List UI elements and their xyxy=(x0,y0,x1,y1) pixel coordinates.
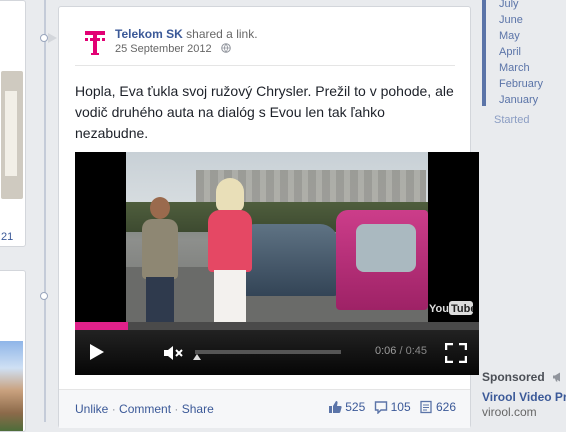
story-thumbnail[interactable] xyxy=(1,71,23,199)
volume-slider[interactable] xyxy=(195,350,341,354)
post-author[interactable]: Telekom SK xyxy=(115,27,183,41)
thumbs-up-icon xyxy=(329,401,342,413)
post-date[interactable]: 25 September 2012 xyxy=(115,43,212,55)
shares-count[interactable]: 626 xyxy=(419,400,456,414)
fullscreen-icon[interactable] xyxy=(445,343,467,363)
month-february[interactable]: February xyxy=(499,76,543,92)
month-january[interactable]: January xyxy=(499,92,543,108)
ad-url[interactable]: virool.com xyxy=(482,405,537,419)
progress-bar[interactable] xyxy=(75,322,479,330)
share-icon xyxy=(420,400,432,414)
globe-icon[interactable] xyxy=(220,43,231,53)
likes-count[interactable]: 525 xyxy=(328,400,365,414)
timeline-spine xyxy=(44,0,46,422)
comments-count[interactable]: 105 xyxy=(374,400,411,415)
post-footer: Unlike · Comment · Share 525 105 626 xyxy=(59,389,470,428)
left-column: 21 xyxy=(0,0,26,432)
progress-played xyxy=(75,322,128,330)
share-link[interactable]: Share xyxy=(182,402,214,416)
video-controls: 0:06 / 0:45 xyxy=(75,330,479,375)
post-message: Hopla, Eva ťukla svoj ružový Chrysler. P… xyxy=(75,83,454,141)
comment-bubble-icon xyxy=(374,401,387,415)
post-header: Telekom SK shared a link. 25 September 2… xyxy=(77,25,457,65)
timeline-dot xyxy=(40,34,48,42)
ad-title[interactable]: Virool Video Pr xyxy=(482,390,566,404)
comment-link[interactable]: Comment xyxy=(119,402,171,416)
left-count[interactable]: 21 xyxy=(1,231,13,243)
timeline-scrubber-bar xyxy=(482,0,486,106)
month-july[interactable]: July xyxy=(499,0,543,12)
timeline-scrubber: July June May April March February Janua… xyxy=(499,0,543,108)
left-story-card[interactable]: 21 xyxy=(0,0,26,247)
volume-handle[interactable] xyxy=(193,354,201,360)
sponsored-header: Sponsored xyxy=(482,370,564,384)
megaphone-icon[interactable] xyxy=(552,372,564,382)
story-photo[interactable] xyxy=(0,341,23,431)
timeline-started[interactable]: Started xyxy=(494,114,529,126)
month-march[interactable]: March xyxy=(499,60,543,76)
play-icon[interactable] xyxy=(89,343,105,361)
video-player[interactable]: You Tube 0:06 / 0:45 xyxy=(75,152,479,375)
timeline-post: Telekom SK shared a link. 25 September 2… xyxy=(58,6,479,428)
svg-text:Tube: Tube xyxy=(451,303,473,315)
month-april[interactable]: April xyxy=(499,44,543,60)
post-stats: 525 105 626 xyxy=(323,400,456,415)
month-june[interactable]: June xyxy=(499,12,543,28)
video-frame[interactable] xyxy=(126,152,428,322)
month-may[interactable]: May xyxy=(499,28,543,44)
current-time: 0:06 xyxy=(375,345,397,357)
left-story-card-2[interactable] xyxy=(0,270,26,432)
time-display: 0:06 / 0:45 xyxy=(375,345,427,357)
telekom-logo-icon[interactable] xyxy=(77,25,113,61)
time-separator: / xyxy=(399,345,403,357)
post-action-text: shared a link. xyxy=(186,27,258,41)
svg-text:You: You xyxy=(429,303,449,315)
unlike-link[interactable]: Unlike xyxy=(75,402,108,416)
youtube-logo-icon[interactable]: You Tube xyxy=(429,300,473,316)
right-sidebar: July June May April March February Janua… xyxy=(482,0,566,422)
mute-icon[interactable] xyxy=(163,345,185,361)
header-divider xyxy=(75,65,455,66)
duration: 0:45 xyxy=(405,345,428,357)
timeline-pointer xyxy=(48,33,57,43)
timeline-dot xyxy=(40,292,48,300)
